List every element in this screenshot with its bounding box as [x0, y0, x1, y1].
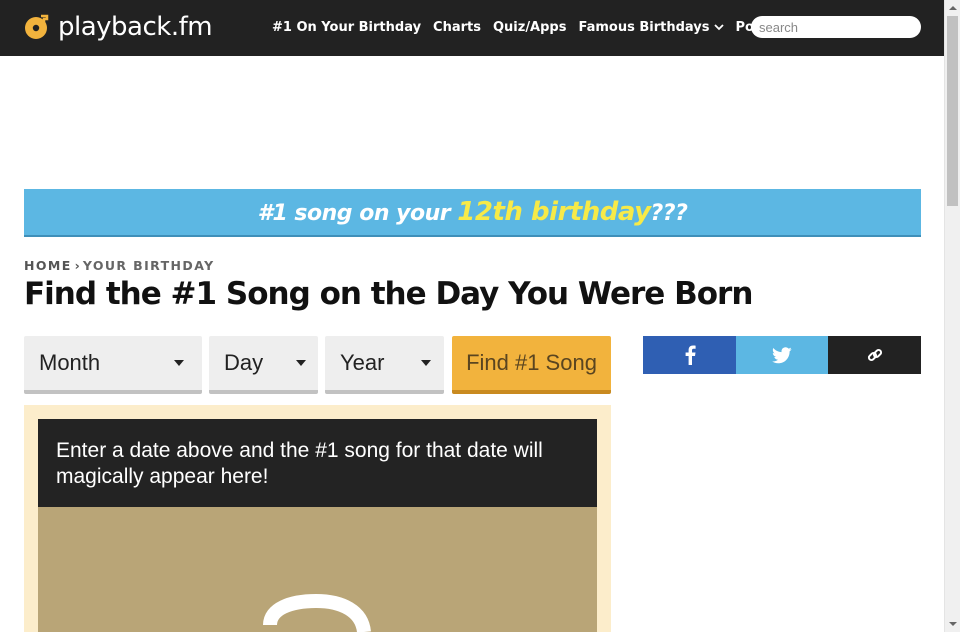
twitter-share-button[interactable] [736, 336, 828, 374]
scrollbar-thumb[interactable] [947, 16, 958, 206]
find-song-button-label: Find #1 Song [466, 350, 597, 375]
find-song-button[interactable]: Find #1 Song [452, 336, 611, 394]
search-input[interactable] [751, 16, 921, 38]
banner-text: #1 song on your 12th birthday??? [258, 197, 688, 227]
copy-link-button[interactable] [828, 336, 921, 374]
facebook-icon [685, 345, 696, 365]
caret-down-icon [174, 360, 184, 366]
page-title: Find the #1 Song on the Day You Were Bor… [24, 276, 753, 312]
site-name: playback.fm [58, 12, 213, 42]
banner-highlight: 12th birthday [457, 197, 651, 227]
twitter-icon [772, 346, 792, 363]
main-nav: #1 On Your Birthday Charts Quiz/Apps Fam… [272, 17, 818, 37]
breadcrumb-separator: › [74, 258, 80, 273]
nav-item-charts[interactable]: Charts [433, 20, 481, 35]
scroll-up-arrow-icon[interactable] [945, 0, 960, 16]
breadcrumb-home-link[interactable]: HOME [24, 258, 72, 273]
site-logo[interactable]: playback.fm [24, 10, 213, 44]
nav-item-quiz-apps[interactable]: Quiz/Apps [493, 20, 567, 35]
day-select[interactable]: Day [209, 336, 318, 394]
nav-item-label: #1 On Your Birthday [272, 19, 422, 35]
year-select[interactable]: Year [325, 336, 444, 394]
song-result-message-box: Enter a date above and the #1 song for t… [38, 419, 597, 507]
caret-down-icon [296, 360, 306, 366]
month-select-label: Month [39, 350, 101, 375]
top-navigation-bar: playback.fm #1 On Your Birthday Charts Q… [0, 0, 944, 56]
question-mark-icon [263, 593, 371, 632]
nav-item-label: Quiz/Apps [492, 19, 567, 35]
day-select-label: Day [224, 350, 264, 375]
banner-suffix: ??? [650, 201, 688, 226]
nav-item-label: Charts [433, 19, 481, 35]
breadcrumb: HOME › YOUR BIRTHDAY [24, 258, 215, 273]
record-player-icon [25, 14, 49, 39]
nav-item-birthday[interactable]: #1 On Your Birthday [272, 20, 421, 35]
banner-prefix: #1 song on your [257, 201, 458, 226]
song-result-artwork [38, 507, 597, 632]
chevron-down-icon [713, 24, 724, 31]
nav-item-label: Famous Birthdays [578, 19, 710, 35]
song-result-message: Enter a date above and the #1 song for t… [56, 439, 543, 488]
caret-down-icon [421, 360, 431, 366]
link-icon [867, 348, 882, 362]
scroll-down-arrow-icon[interactable] [945, 616, 960, 632]
year-select-label: Year [340, 350, 385, 375]
month-select[interactable]: Month [24, 336, 202, 394]
page-scrollbar[interactable] [944, 0, 960, 632]
breadcrumb-current: YOUR BIRTHDAY [82, 258, 215, 273]
facebook-share-button[interactable] [643, 336, 736, 374]
nav-item-famous-birthdays[interactable]: Famous Birthdays [578, 19, 724, 35]
birthday-promo-banner[interactable]: #1 song on your 12th birthday??? [24, 189, 921, 237]
